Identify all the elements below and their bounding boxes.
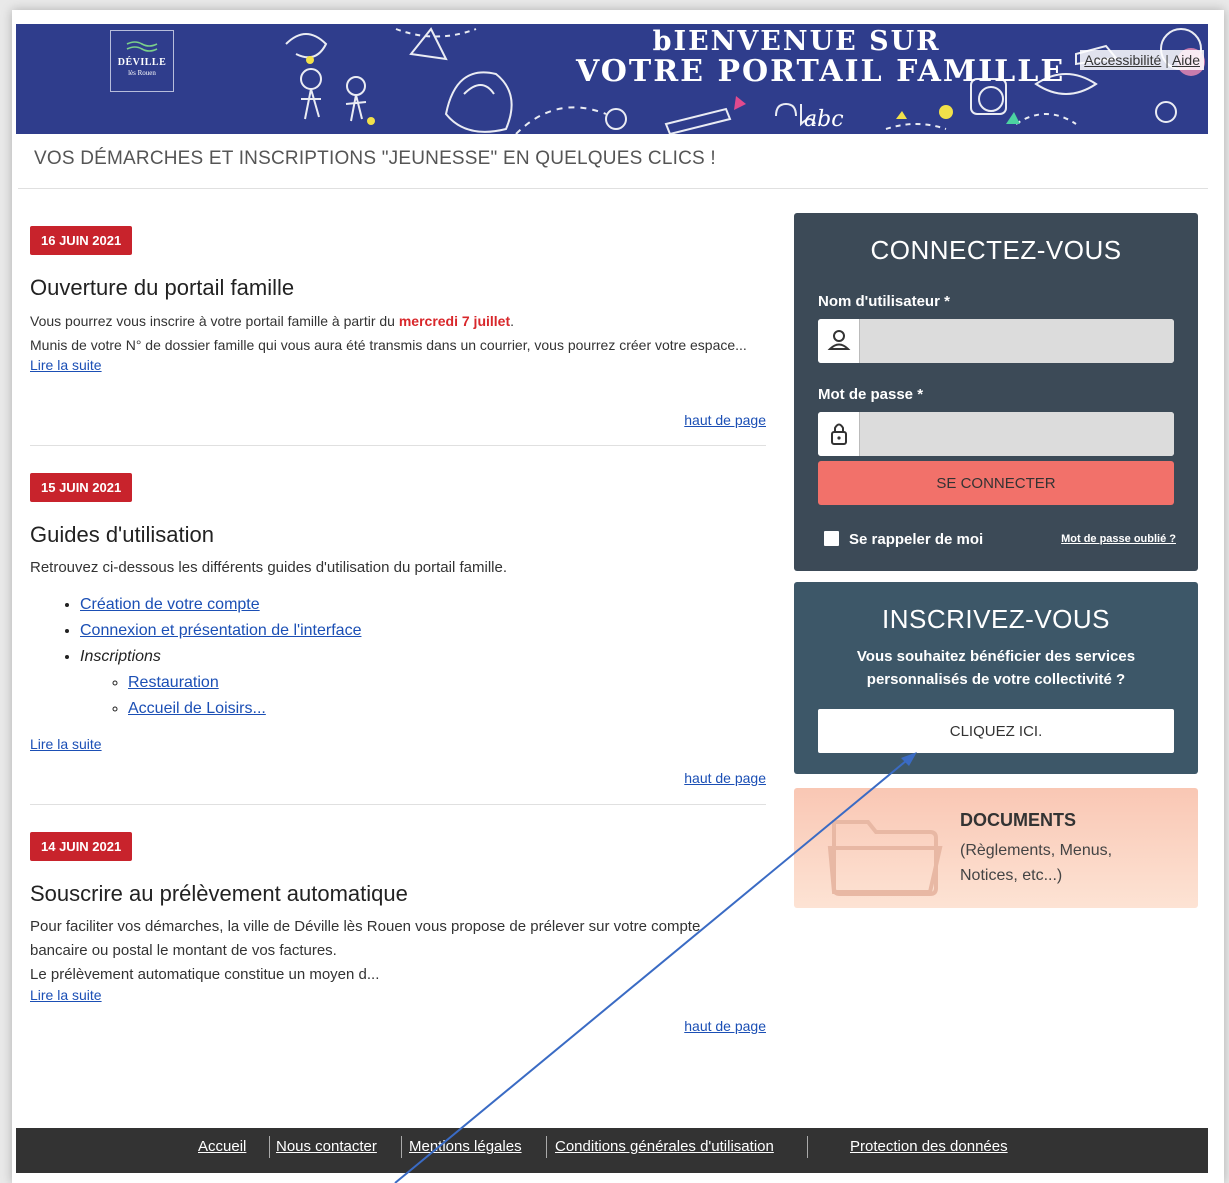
read-more-link[interactable]: Lire la suite (30, 987, 102, 1003)
password-field (818, 412, 1174, 456)
documents-subtitle: (Règlements, Menus, Notices, etc...) (960, 842, 1113, 884)
lock-icon (818, 412, 860, 456)
date-badge: 14 JUIN 2021 (30, 832, 133, 861)
guide-link-loisirs[interactable]: Accueil de Loisirs... (128, 700, 266, 717)
register-title: INSCRIVEZ-VOUS (881, 604, 1111, 634)
news-text: Le prélèvement automatique constitue un … (30, 966, 380, 983)
remember-me-checkbox[interactable] (824, 531, 839, 546)
divider (401, 1136, 402, 1158)
divider (269, 1136, 270, 1158)
forgot-password-link[interactable]: Mot de passe oublié ? (1061, 533, 1176, 545)
news-text: Munis de votre N° de dossier famille qui… (30, 337, 747, 353)
footer-bar: Accueil Nous contacter Mentions légales … (16, 1128, 1208, 1173)
documents-panel[interactable]: DOCUMENTS (Règlements, Menus, Notices, e… (794, 788, 1198, 908)
list-item: Accueil de Loisirs... (128, 696, 766, 722)
guide-label-inscriptions: Inscriptions (80, 648, 161, 665)
logo-city-name: DÉVILLE (117, 57, 167, 68)
guide-link-account[interactable]: Création de votre compte (80, 596, 260, 613)
list-item: Inscriptions Restauration Accueil de Loi… (80, 644, 766, 722)
back-to-top-link[interactable]: haut de page (684, 412, 766, 428)
page-tagline: VOS DÉMARCHES ET INSCRIPTIONS "JEUNESSE"… (34, 148, 716, 169)
logo-city-suffix: lès Rouen (128, 69, 156, 77)
top-links: Accessibilité | Aide (1080, 50, 1204, 70)
banner-title-line1: bIENVENUE SUR (652, 26, 941, 57)
register-text: Vous souhaitez bénéficier des services p… (856, 648, 1136, 688)
date-badge: 15 JUIN 2021 (30, 473, 133, 502)
footer-link-terms[interactable]: Conditions générales d'utilisation (555, 1138, 774, 1155)
register-panel: INSCRIVEZ-VOUS Vous souhaitez bénéficier… (794, 582, 1198, 774)
date-badge: 16 JUIN 2021 (30, 226, 133, 255)
banner-title-line2: VOTRE PORTAIL FAMILLE (576, 54, 1066, 89)
user-icon (818, 319, 860, 363)
footer-link-privacy[interactable]: Protection des données (850, 1138, 1008, 1155)
guide-link-restauration[interactable]: Restauration (128, 674, 219, 691)
divider (807, 1136, 808, 1158)
read-more-link[interactable]: Lire la suite (30, 357, 102, 373)
news-title: Souscrire au prélèvement automatique (30, 881, 408, 906)
footer-link-contact[interactable]: Nous contacter (276, 1138, 377, 1155)
footer-link-legal[interactable]: Mentions légales (409, 1138, 522, 1155)
list-item: Création de votre compte (80, 592, 766, 618)
register-button[interactable]: CLIQUEZ ICI. (818, 709, 1174, 753)
top-links-separator: | (1165, 52, 1169, 68)
documents-title: DOCUMENTS (960, 810, 1076, 830)
remember-me-option[interactable]: Se rappeler de moi (824, 531, 983, 548)
footer-link-home[interactable]: Accueil (198, 1138, 246, 1155)
waves-icon (126, 41, 158, 52)
divider (30, 445, 766, 446)
divider (546, 1136, 547, 1158)
username-input[interactable] (860, 319, 1174, 363)
divider (18, 188, 1208, 189)
news-text: Vous pourrez vous inscrire à votre porta… (30, 309, 766, 333)
news-item: 16 JUIN 2021 Ouverture du portail famill… (30, 226, 766, 436)
login-panel: CONNECTEZ-VOUS Nom d'utilisateur * Mot d… (794, 213, 1198, 571)
news-title: Ouverture du portail famille (30, 275, 295, 300)
news-text-start: Vous pourrez vous inscrire à votre porta… (30, 313, 399, 329)
list-item: Restauration (128, 670, 766, 696)
password-label: Mot de passe * (818, 386, 924, 403)
news-title: Guides d'utilisation (30, 522, 214, 547)
guide-link-connexion[interactable]: Connexion et présentation de l'interface (80, 622, 361, 639)
remember-me-label: Se rappeler de moi (849, 531, 984, 548)
city-logo[interactable]: DÉVILLE lès Rouen (110, 30, 174, 92)
header-banner: abc DÉVILLE lès Rouen bIENVENUE SUR VOTR… (16, 24, 1208, 134)
help-link[interactable]: Aide (1172, 52, 1200, 68)
accessibility-link[interactable]: Accessibilité (1084, 52, 1161, 68)
guide-sublist: Restauration Accueil de Loisirs... (128, 670, 766, 722)
news-item: 15 JUIN 2021 Guides d'utilisation Retrou… (30, 473, 766, 793)
list-item: Connexion et présentation de l'interface (80, 618, 766, 644)
news-text: Retrouvez ci-dessous les différents guid… (30, 559, 507, 576)
folder-icon (827, 820, 943, 896)
login-title: CONNECTEZ-VOUS (870, 235, 1122, 265)
login-button[interactable]: SE CONNECTER (818, 461, 1174, 505)
news-item: 14 JUIN 2021 Souscrire au prélèvement au… (30, 832, 766, 1042)
username-label: Nom d'utilisateur * (818, 293, 950, 310)
divider (30, 804, 766, 805)
back-to-top-link[interactable]: haut de page (684, 770, 766, 786)
guide-list: Création de votre compte Connexion et pr… (80, 592, 766, 722)
username-field (818, 319, 1174, 363)
back-to-top-link[interactable]: haut de page (684, 1018, 766, 1034)
banner-title: bIENVENUE SUR VOTRE PORTAIL FAMILLE (536, 28, 1065, 87)
read-more-link[interactable]: Lire la suite (30, 736, 102, 752)
news-highlight-date: mercredi 7 juillet (398, 313, 511, 329)
news-text-end: . (510, 313, 515, 329)
banner-doodle-text: abc (804, 107, 844, 132)
password-input[interactable] (860, 412, 1174, 456)
news-text: Pour faciliter vos démarches, la ville d… (30, 918, 701, 959)
